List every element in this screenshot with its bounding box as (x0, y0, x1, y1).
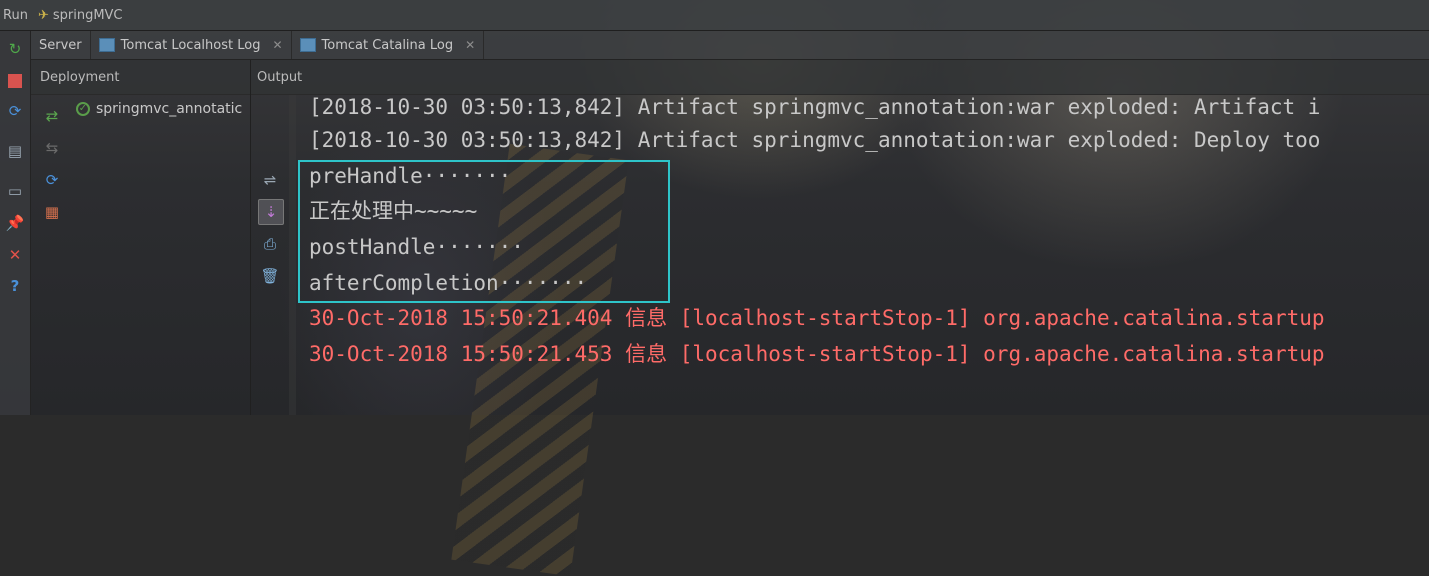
run-titlebar: Run ✈ springMVC (0, 0, 1429, 31)
tab-close-icon[interactable]: ✕ (465, 38, 475, 52)
update-icon[interactable]: ⟳ (5, 101, 25, 121)
log-icon (299, 38, 316, 52)
close-icon[interactable]: ✕ (5, 245, 25, 265)
print-icon[interactable]: ⎙ (258, 232, 282, 256)
deployment-artifact-item[interactable]: ✓ springmvc_annotatic (76, 98, 250, 120)
tab-tomcat-localhost-log[interactable]: Tomcat Localhost Log ✕ (91, 31, 292, 59)
tab-server-label: Server (39, 37, 82, 53)
redeploy-icon[interactable]: ⟳ (41, 169, 63, 191)
server-tabs: Server Tomcat Localhost Log ✕ Tomcat Cat… (31, 31, 1429, 60)
log-icon (98, 38, 115, 52)
run-toolbar: ↻ ⟳ ▤ ▭ 📌 ✕ ? (0, 31, 31, 415)
console-line: [2018-10-30 03:50:13,842] Artifact sprin… (309, 128, 1321, 152)
trash-icon[interactable]: 🗑 (258, 264, 282, 288)
output-header: Output (257, 70, 303, 85)
console-gutter (289, 95, 296, 415)
scroll-to-end-icon[interactable]: ⇣ (258, 199, 284, 225)
deployment-toolbar: ⇄ ⇆ ⟳ ▦ (31, 95, 75, 415)
pin-icon[interactable]: 📌 (5, 213, 25, 233)
tab-label: Tomcat Localhost Log (120, 37, 261, 53)
artifacts-icon[interactable]: ▦ (41, 201, 63, 223)
stop-icon[interactable] (5, 71, 25, 91)
run-label: Run (3, 7, 28, 23)
tab-label: Tomcat Catalina Log (321, 37, 454, 53)
panel-divider[interactable] (250, 60, 251, 415)
deployment-item-label: springmvc_annotatic (96, 101, 243, 117)
deployment-header: Deployment (40, 70, 120, 85)
highlight-box (298, 160, 670, 303)
screen-icon[interactable]: ▭ (5, 181, 25, 201)
rerun-icon[interactable]: ↻ (5, 39, 25, 59)
layout-icon[interactable]: ▤ (5, 141, 25, 161)
run-config-name: springMVC (52, 7, 123, 23)
console-error-line: 30-Oct-2018 15:50:21.404 信息 [localhost-s… (309, 306, 1325, 331)
help-icon[interactable]: ? (5, 276, 25, 296)
soft-wrap-icon[interactable]: ⇌ (258, 168, 282, 192)
deploy-all-icon[interactable]: ⇄ (41, 105, 63, 127)
console-line: [2018-10-30 03:50:13,842] Artifact sprin… (309, 95, 1321, 119)
tab-tomcat-catalina-log[interactable]: Tomcat Catalina Log ✕ (292, 31, 485, 59)
undeploy-icon[interactable]: ⇆ (41, 137, 63, 159)
deployed-ok-icon: ✓ (76, 102, 90, 116)
tab-close-icon[interactable]: ✕ (272, 38, 282, 52)
output-toolbar: ⇌ ⇣ ⎙ 🗑 (255, 160, 285, 300)
tab-server[interactable]: Server (31, 31, 91, 59)
tomcat-icon: ✈ (37, 7, 49, 23)
console-error-line: 30-Oct-2018 15:50:21.453 信息 [localhost-s… (309, 342, 1325, 367)
